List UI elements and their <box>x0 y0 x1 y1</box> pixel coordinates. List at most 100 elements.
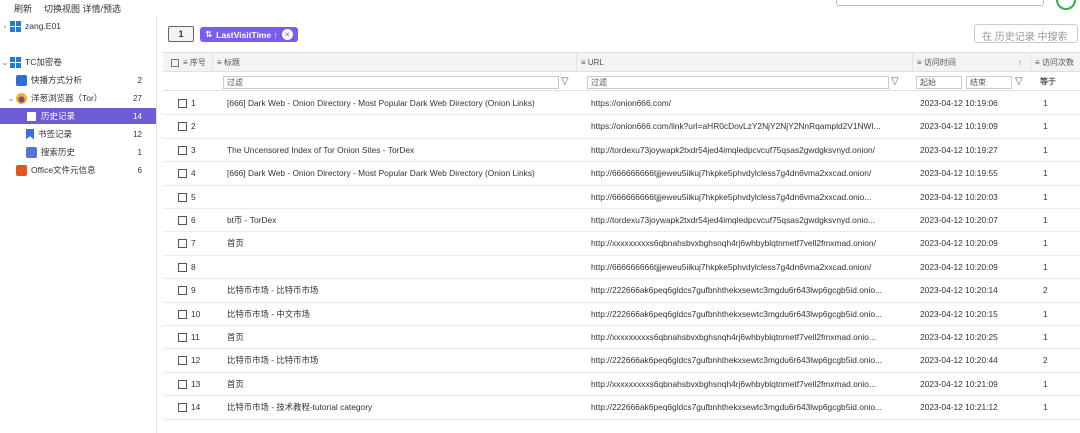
row-title: 首页 <box>227 378 244 389</box>
time-end-input[interactable]: 结束 <box>966 76 1012 89</box>
row-checkbox[interactable] <box>178 286 187 296</box>
table-row[interactable]: 4 [666] Dark Web - Onion Directory - Most… <box>163 162 1080 186</box>
tree-item-count: 12 <box>133 129 142 139</box>
tree-item-office-meta[interactable]: Office文件元信息 6 <box>0 162 156 178</box>
tree-device[interactable]: › zang.E01 <box>0 18 156 34</box>
tree-item-count: 6 <box>137 165 142 175</box>
header-visits-label: 访问次数 <box>1041 58 1074 67</box>
row-no: 3 <box>191 144 196 155</box>
menu-bar: 刷新 切换视图 详情/预选 <box>0 0 1080 16</box>
row-checkbox[interactable] <box>178 309 187 319</box>
row-title: The Uncensored Index of Tor Onion Sites … <box>227 144 415 155</box>
status-circle-icon[interactable] <box>1056 0 1076 10</box>
visits-compare-select[interactable]: 等于 <box>1037 76 1080 89</box>
tree-item-shortcut-analysis[interactable]: 快播方式分析 2 <box>0 72 156 88</box>
chevron-down-icon[interactable]: ⌄ <box>0 58 10 67</box>
table-row[interactable]: 10 比特币市场 - 中文市场 http://222666ak6peq6gldcs7… <box>163 303 1080 326</box>
table-row[interactable]: 7 首页 http://xxxxxxxxxs6qbnahsbvxbghsnqh4rj… <box>163 232 1080 256</box>
row-no: 6 <box>191 215 196 225</box>
table-row[interactable]: 2 https://onion666.com/link?url=aHR0cDovL… <box>163 115 1080 139</box>
close-icon[interactable]: ✕ <box>281 29 293 40</box>
row-time: 2023-04-12 10:20:15 <box>920 308 998 319</box>
refresh-menu[interactable]: 刷新 <box>14 2 32 15</box>
tor-browser-icon <box>16 92 27 104</box>
filter-icon[interactable]: ▽ <box>1015 76 1023 87</box>
row-checkbox[interactable] <box>178 216 187 225</box>
row-checkbox[interactable] <box>178 145 187 155</box>
table-row[interactable]: 1 [666] Dark Web - Onion Directory - Most… <box>163 92 1080 116</box>
row-checkbox[interactable] <box>178 333 187 342</box>
table-row[interactable]: 14 比特币市场 - 技术教程-tutorial category http://2… <box>163 396 1080 420</box>
row-checkbox[interactable] <box>178 262 187 272</box>
tree-item-tor-browser[interactable]: ⌄ 洋葱浏览器（Tor） 27 <box>0 90 156 106</box>
time-start-input[interactable]: 起始 <box>916 76 962 89</box>
row-checkbox[interactable] <box>178 99 187 108</box>
table-row[interactable]: 6 bt币 - TorDex http://tordexu73joywapk2txd… <box>163 209 1080 233</box>
title-filter-input[interactable]: 过滤 <box>223 76 559 89</box>
row-no: 1 <box>191 98 196 108</box>
header-time[interactable]: ≡ 访问时间 ↑ <box>913 53 1031 72</box>
table-row[interactable]: 3 The Uncensored Index of Tor Onion Sites… <box>163 139 1080 163</box>
header-url[interactable]: ≡ URL <box>577 53 913 72</box>
tree-item-history[interactable]: 历史记录 14 <box>0 108 156 124</box>
column-menu-icon: ≡ <box>581 58 588 67</box>
windows-icon <box>10 56 21 68</box>
tree-item-label: TC加密卷 <box>25 57 62 67</box>
tree-item-label: 洋葱浏览器（Tor） <box>31 93 103 103</box>
chevron-down-icon[interactable]: ⌄ <box>6 94 16 103</box>
row-no: 11 <box>191 332 200 342</box>
filter-icon[interactable]: ▽ <box>891 76 899 87</box>
row-time: 2023-04-12 10:21:09 <box>920 378 998 389</box>
row-visits: 1 <box>1043 144 1048 155</box>
row-url: http://tordexu73joywapk2txdr54jed4imqled… <box>591 144 875 155</box>
filter-icon[interactable]: ▽ <box>561 76 569 87</box>
row-checkbox[interactable] <box>178 239 187 249</box>
row-no: 8 <box>191 261 196 272</box>
table-row[interactable]: 8 http://666666666tjjjeweu5iikuj7hkpke5ph… <box>163 256 1080 280</box>
table-row[interactable]: 11 首页 http://xxxxxxxxxs6qbnahsbvxbghsnqh4r… <box>163 326 1080 350</box>
row-checkbox[interactable] <box>178 169 187 179</box>
column-menu-icon: ≡ <box>917 58 924 67</box>
row-url: http://tordexu73joywapk2txdr54jed4imqled… <box>591 215 875 225</box>
tree-item-search-history[interactable]: 搜索历史 1 <box>0 144 156 160</box>
header-title[interactable]: ≡ 标题 <box>213 53 577 72</box>
row-checkbox[interactable] <box>178 379 187 389</box>
table-row[interactable]: 9 比特币市场 - 比特币市场 http://222666ak6peq6gldcs7… <box>163 279 1080 303</box>
tree-item-count: 27 <box>133 93 142 103</box>
row-no: 10 <box>191 308 201 319</box>
view-toggle-button[interactable]: 1 <box>168 26 194 42</box>
row-visits: 2 <box>1043 285 1048 296</box>
header-url-label: URL <box>587 58 604 67</box>
table-row[interactable]: 13 首页 http://xxxxxxxxxs6qbnahsbvxbghsnqh4r… <box>163 373 1080 397</box>
select-all-checkbox[interactable] <box>171 58 179 67</box>
row-checkbox[interactable] <box>178 356 187 366</box>
header-no[interactable]: ≡ 序号 <box>163 53 213 72</box>
history-search-input[interactable]: 在 历史记录 中搜索 <box>974 24 1078 43</box>
shortcut-icon <box>16 74 27 86</box>
url-filter-input[interactable]: 过滤 <box>587 76 889 89</box>
column-menu-icon: ≡ <box>183 58 190 67</box>
header-no-label: 序号 <box>189 58 206 67</box>
header-visits[interactable]: ≡ 访问次数 <box>1031 53 1080 72</box>
table-row[interactable]: 5 http://666666666tjjjeweu5iikuj7hkpke5ph… <box>163 186 1080 209</box>
sort-chip[interactable]: ⇅ LastVisitTime ↑ ✕ <box>200 27 298 42</box>
row-checkbox[interactable] <box>178 122 187 132</box>
global-search-input[interactable] <box>836 0 1044 6</box>
row-url: http://666666666tjjjeweu5iikuj7hkpke5phv… <box>591 168 872 179</box>
row-time: 2023-04-12 10:20:25 <box>920 332 998 342</box>
row-title: 首页 <box>227 332 244 342</box>
row-checkbox[interactable] <box>178 403 187 413</box>
sort-icon: ⇅ <box>205 29 213 39</box>
search-history-icon <box>26 146 37 158</box>
row-url: https://onion666.com/link?url=aHR0cDovLz… <box>591 121 881 132</box>
table-row[interactable]: 12 比特币市场 - 比特币市场 http://222666ak6peq6gldcs… <box>163 349 1080 373</box>
tree-item-bookmarks[interactable]: 书签记录 12 <box>0 126 156 142</box>
row-visits: 1 <box>1043 261 1048 272</box>
chevron-right-icon[interactable]: › <box>0 22 10 31</box>
tree-item-label: 书签记录 <box>38 129 73 139</box>
sort-chip-label: LastVisitTime ↑ <box>216 29 278 40</box>
tree-item-tc-volume[interactable]: ⌄ TC加密卷 <box>0 54 156 70</box>
row-checkbox[interactable] <box>178 192 187 202</box>
tree-device-label: zang.E01 <box>25 21 61 31</box>
switch-view-menu[interactable]: 切换视图 详情/预选 <box>44 2 121 15</box>
